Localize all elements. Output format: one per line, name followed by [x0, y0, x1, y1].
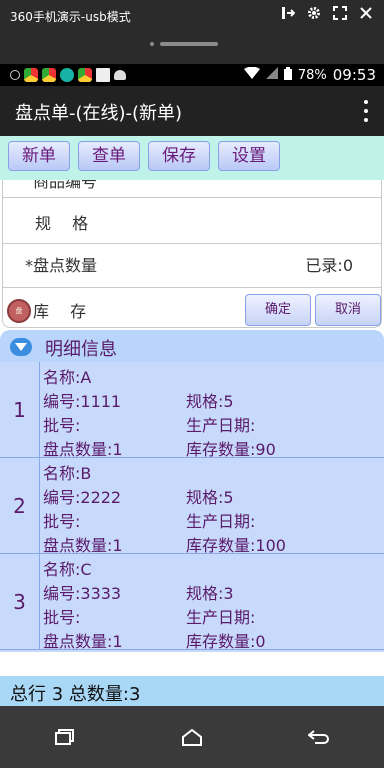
clock-icon	[10, 70, 20, 80]
item-name: 名称:C	[43, 560, 92, 579]
spec-label: 规 格	[35, 214, 89, 233]
new-order-button[interactable]: 新单	[8, 141, 70, 171]
page-title: 盘点单-(在线)-(新单)	[15, 103, 183, 124]
drag-handle[interactable]	[150, 42, 218, 46]
status-bar: 78% 09:53	[0, 64, 384, 86]
detail-header[interactable]: 明细信息	[0, 330, 384, 362]
confirm-button[interactable]: 确定	[245, 294, 311, 326]
list-item[interactable]: 2 名称:B 编号:2222 规格:5 批号: 生产日期: 盘点数量:1 库存数…	[0, 458, 384, 555]
toolbar: 新单 查单 保存 设置	[0, 136, 384, 180]
list-item[interactable]: 3 名称:C 编号:3333 规格:3 批号: 生产日期: 盘点数量:1 库存数…	[0, 554, 384, 651]
close-icon[interactable]	[358, 5, 374, 21]
item-name: 名称:B	[43, 464, 92, 483]
system-status: 78% 09:53	[243, 66, 376, 84]
check-icon	[60, 68, 74, 82]
mirror-window-controls	[280, 5, 374, 21]
chevron-down-icon[interactable]	[10, 338, 32, 356]
recent-apps-icon[interactable]	[52, 724, 78, 750]
stock-row: 盘 库 存 确定 取消	[2, 288, 382, 328]
item-production-date: 生产日期:	[186, 512, 256, 531]
notification-icons	[10, 68, 126, 82]
exit-icon[interactable]	[280, 5, 296, 21]
item-stock: 库存数量:90	[186, 440, 276, 459]
detail-title: 明细信息	[45, 339, 117, 360]
detail-list: 1 名称:A 编号:1111 规格:5 批号: 生产日期: 盘点数量:1 库存数…	[0, 362, 384, 652]
save-button[interactable]: 保存	[148, 141, 210, 171]
battery-icon	[283, 66, 292, 84]
item-code: 编号:2222	[43, 488, 122, 507]
signal-off-icon	[265, 67, 278, 83]
android-icon	[114, 70, 126, 80]
product-code-row[interactable]: 商品编号	[2, 180, 382, 198]
home-icon[interactable]	[179, 724, 205, 750]
fullscreen-icon[interactable]	[332, 5, 348, 21]
item-code: 编号:3333	[43, 584, 122, 603]
product-code-label: 商品编号	[33, 180, 98, 191]
item-spec: 规格:5	[186, 488, 234, 507]
item-name: 名称:A	[43, 368, 92, 387]
item-batch: 批号:	[43, 512, 81, 531]
overflow-menu-icon[interactable]	[360, 100, 372, 122]
query-order-button[interactable]: 查单	[78, 141, 140, 171]
image-icon	[96, 68, 110, 82]
stock-label: 库 存	[33, 302, 87, 321]
item-batch: 批号:	[43, 608, 81, 627]
item-batch: 批号:	[43, 416, 81, 435]
item-spec: 规格:5	[186, 392, 234, 411]
spec-row[interactable]: 规 格	[2, 198, 382, 244]
item-index: 1	[0, 362, 40, 458]
item-index: 3	[0, 554, 40, 650]
recorded-count: 已录:0	[305, 256, 353, 275]
mirror-window-title: 360手机演示-usb模式	[10, 10, 131, 24]
chrome-icon	[78, 68, 92, 82]
stamp-icon: 盘	[7, 299, 31, 323]
item-stock: 库存数量:100	[186, 536, 286, 555]
cancel-button[interactable]: 取消	[315, 294, 381, 326]
item-spec: 规格:3	[186, 584, 234, 603]
wifi-icon	[243, 66, 260, 83]
count-row[interactable]: *盘点数量 已录:0	[2, 244, 382, 288]
back-icon[interactable]	[306, 724, 332, 750]
item-count: 盘点数量:1	[43, 632, 123, 651]
item-index: 2	[0, 458, 40, 554]
chrome-icon	[42, 68, 56, 82]
summary-footer: 总行 3 总数量:3	[0, 676, 384, 706]
settings-button[interactable]: 设置	[218, 141, 280, 171]
item-code: 编号:1111	[43, 392, 122, 411]
chrome-icon	[24, 68, 38, 82]
entry-form: 商品编号 规 格 *盘点数量 已录:0 盘 库 存 确定 取消	[0, 180, 384, 328]
item-count: 盘点数量:1	[43, 440, 123, 459]
summary-text: 总行 3 总数量:3	[10, 684, 141, 705]
item-count: 盘点数量:1	[43, 536, 123, 555]
item-production-date: 生产日期:	[186, 416, 256, 435]
gear-icon[interactable]	[306, 5, 322, 21]
item-stock: 库存数量:0	[186, 632, 266, 651]
navigation-bar	[0, 706, 384, 768]
count-label: *盘点数量	[25, 256, 98, 275]
mirror-window-bar: 360手机演示-usb模式	[0, 0, 384, 64]
app-bar: 盘点单-(在线)-(新单)	[0, 86, 384, 136]
battery-percent: 78%	[297, 67, 327, 83]
list-item[interactable]: 1 名称:A 编号:1111 规格:5 批号: 生产日期: 盘点数量:1 库存数…	[0, 362, 384, 459]
clock-time: 09:53	[332, 66, 376, 84]
item-production-date: 生产日期:	[186, 608, 256, 627]
